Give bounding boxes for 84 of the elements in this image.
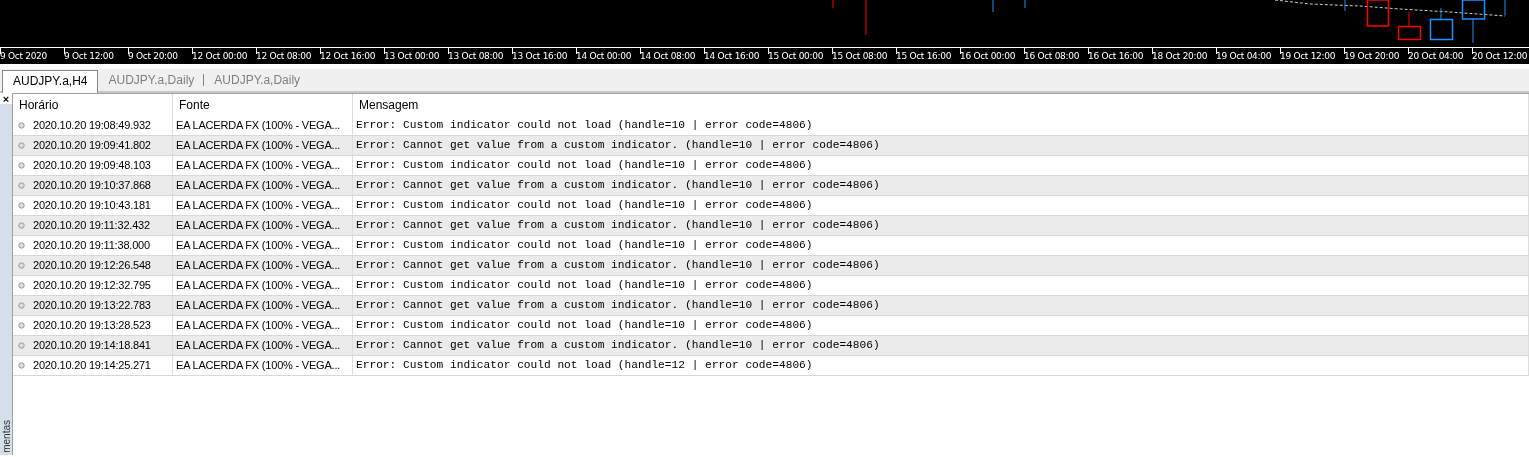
log-entry-icon bbox=[18, 342, 25, 349]
column-header[interactable]: Mensagem bbox=[353, 94, 1529, 116]
log-message: Error: Cannot get value from a custom indicator. (handle=10 | error code=4806) bbox=[353, 176, 1529, 195]
log-time: 2020.10.20 19:09:48.103 bbox=[33, 158, 151, 173]
log-time: 2020.10.20 19:12:26.548 bbox=[33, 258, 151, 273]
log-source: EA LACERDA FX (100% - VEGA... bbox=[173, 296, 353, 315]
close-icon[interactable]: × bbox=[0, 93, 12, 104]
log-entry-icon bbox=[18, 242, 25, 249]
log-source: EA LACERDA FX (100% - VEGA... bbox=[173, 256, 353, 275]
time-axis-label: 15 Oct 16:00 bbox=[896, 51, 952, 61]
log-entry-icon bbox=[18, 322, 25, 329]
column-header[interactable]: Fonte bbox=[173, 94, 353, 116]
log-message: Error: Cannot get value from a custom indicator. (handle=10 | error code=4806) bbox=[353, 216, 1529, 235]
chart-tab[interactable]: AUDJPY.a,Daily bbox=[98, 70, 205, 91]
time-axis-label: 9 Oct 2020 bbox=[0, 51, 47, 61]
time-axis-label: 14 Oct 00:00 bbox=[576, 51, 632, 61]
time-axis-label: 13 Oct 00:00 bbox=[384, 51, 440, 61]
time-axis-label: 12 Oct 16:00 bbox=[320, 51, 376, 61]
log-message: Error: Custom indicator could not load (handle=10 | error code=4806) bbox=[353, 316, 1529, 335]
log-source: EA LACERDA FX (100% - VEGA... bbox=[173, 116, 353, 135]
log-message: Error: Custom indicator could not load (handle=12 | error code=4806) bbox=[353, 356, 1529, 375]
panel-side-label[interactable]: mentas bbox=[0, 420, 12, 453]
time-axis-label: 20 Oct 04:00 bbox=[1408, 51, 1464, 61]
log-entry-icon bbox=[18, 222, 25, 229]
time-axis-label: 13 Oct 08:00 bbox=[448, 51, 504, 61]
log-time: 2020.10.20 19:11:38.000 bbox=[33, 238, 150, 253]
log-source: EA LACERDA FX (100% - VEGA... bbox=[173, 236, 353, 255]
log-time: 2020.10.20 19:10:37.868 bbox=[33, 178, 151, 193]
log-source: EA LACERDA FX (100% - VEGA... bbox=[173, 356, 353, 375]
time-axis-label: 9 Oct 20:00 bbox=[128, 51, 178, 61]
log-time: 2020.10.20 19:12:32.795 bbox=[33, 278, 151, 293]
time-axis-label: 14 Oct 08:00 bbox=[640, 51, 696, 61]
log-time: 2020.10.20 19:14:18.841 bbox=[33, 338, 151, 353]
log-time: 2020.10.20 19:14:25.271 bbox=[33, 358, 151, 373]
log-message: Error: Custom indicator could not load (handle=10 | error code=4806) bbox=[353, 116, 1529, 135]
log-source: EA LACERDA FX (100% - VEGA... bbox=[173, 316, 353, 335]
log-source: EA LACERDA FX (100% - VEGA... bbox=[173, 336, 353, 355]
log-time: 2020.10.20 19:08:49.932 bbox=[33, 118, 151, 133]
time-axis-label: 19 Oct 12:00 bbox=[1280, 51, 1336, 61]
log-source: EA LACERDA FX (100% - VEGA... bbox=[173, 156, 353, 175]
log-message: Error: Cannot get value from a custom indicator. (handle=10 | error code=4806) bbox=[353, 336, 1529, 355]
time-axis-label: 14 Oct 16:00 bbox=[704, 51, 760, 61]
log-message: Error: Cannot get value from a custom indicator. (handle=10 | error code=4806) bbox=[353, 256, 1529, 275]
log-entry-icon bbox=[18, 202, 25, 209]
time-axis-label: 16 Oct 16:00 bbox=[1088, 51, 1144, 61]
log-time: 2020.10.20 19:11:32.432 bbox=[33, 218, 150, 233]
log-source: EA LACERDA FX (100% - VEGA... bbox=[173, 176, 353, 195]
time-axis-label: 19 Oct 04:00 bbox=[1216, 51, 1272, 61]
log-source: EA LACERDA FX (100% - VEGA... bbox=[173, 196, 353, 215]
log-entry-icon bbox=[18, 302, 25, 309]
time-axis-label: 18 Oct 20:00 bbox=[1152, 51, 1208, 61]
chart-tab[interactable]: AUDJPY.a,H4 bbox=[2, 70, 99, 93]
log-message: Error: Custom indicator could not load (handle=10 | error code=4806) bbox=[353, 276, 1529, 295]
log-time: 2020.10.20 19:09:41.802 bbox=[33, 138, 151, 153]
column-header[interactable]: Horário bbox=[13, 94, 173, 116]
time-axis-label: 13 Oct 16:00 bbox=[512, 51, 568, 61]
log-time: 2020.10.20 19:10:43.181 bbox=[33, 198, 151, 213]
log-entry-icon bbox=[18, 282, 25, 289]
log-entry-icon bbox=[18, 162, 25, 169]
log-time: 2020.10.20 19:13:28.523 bbox=[33, 318, 151, 333]
log-entry-icon bbox=[18, 182, 25, 189]
time-axis-label: 16 Oct 08:00 bbox=[1024, 51, 1080, 61]
time-axis-label: 15 Oct 08:00 bbox=[832, 51, 888, 61]
log-entry-icon bbox=[18, 262, 25, 269]
log-message: Error: Custom indicator could not load (handle=10 | error code=4806) bbox=[353, 196, 1529, 215]
log-entry-icon bbox=[18, 122, 25, 129]
chart-tab[interactable]: AUDJPY.a,Daily bbox=[204, 70, 311, 91]
log-message: Error: Custom indicator could not load (handle=10 | error code=4806) bbox=[353, 236, 1529, 255]
time-axis-label: 20 Oct 12:00 bbox=[1472, 51, 1528, 61]
log-source: EA LACERDA FX (100% - VEGA... bbox=[173, 136, 353, 155]
log-source: EA LACERDA FX (100% - VEGA... bbox=[173, 276, 353, 295]
time-axis-label: 15 Oct 00:00 bbox=[768, 51, 824, 61]
log-entry-icon bbox=[18, 142, 25, 149]
time-axis-label: 16 Oct 00:00 bbox=[960, 51, 1016, 61]
log-time: 2020.10.20 19:13:22.783 bbox=[33, 298, 151, 313]
log-message: Error: Custom indicator could not load (handle=10 | error code=4806) bbox=[353, 156, 1529, 175]
log-message: Error: Cannot get value from a custom indicator. (handle=10 | error code=4806) bbox=[353, 296, 1529, 315]
time-axis-label: 12 Oct 00:00 bbox=[192, 51, 248, 61]
time-axis-label: 9 Oct 12:00 bbox=[64, 51, 114, 61]
time-axis-label: 19 Oct 20:00 bbox=[1344, 51, 1400, 61]
log-message: Error: Cannot get value from a custom indicator. (handle=10 | error code=4806) bbox=[353, 136, 1529, 155]
time-axis-label: 12 Oct 08:00 bbox=[256, 51, 312, 61]
log-source: EA LACERDA FX (100% - VEGA... bbox=[173, 216, 353, 235]
log-entry-icon bbox=[18, 362, 25, 369]
